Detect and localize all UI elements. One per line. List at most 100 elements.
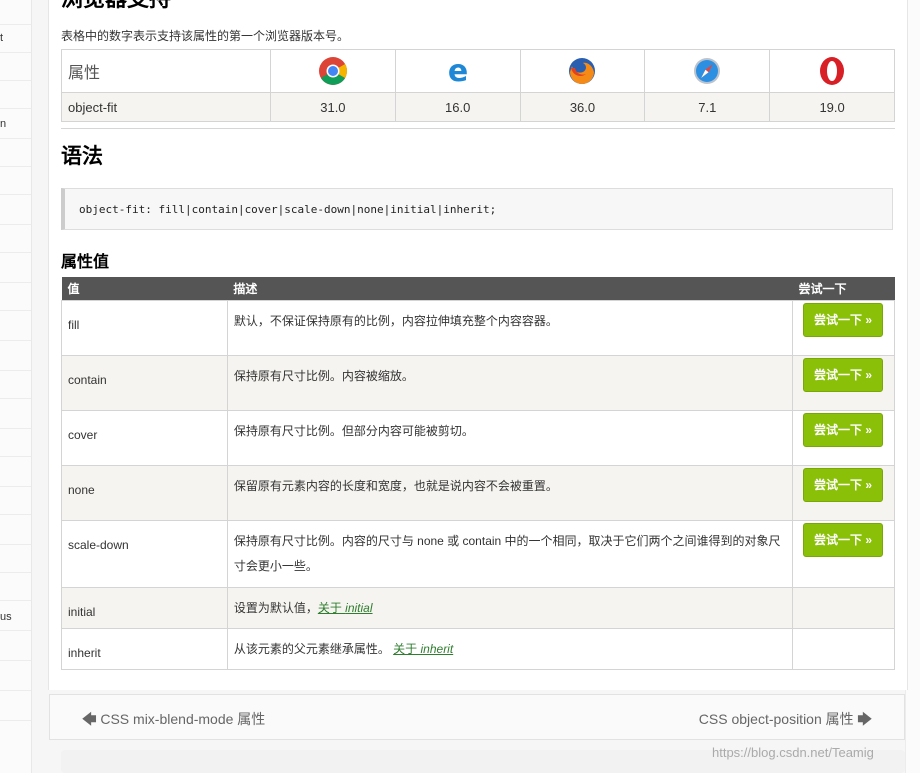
value-cell: scale-down	[61, 520, 228, 588]
browser-cell	[644, 49, 771, 93]
link-prefix: 关于	[393, 642, 421, 656]
link-prefix: 关于	[317, 601, 346, 615]
sidebar-divider	[0, 80, 31, 81]
browser-support-note: 表格中的数字表示支持该属性的第一个浏览器版本号。	[61, 29, 350, 43]
description-cell: 从该元素的父元素继承属性。 关于 inherit	[226, 628, 794, 670]
sidebar-divider	[0, 194, 31, 195]
browser-version: 36.0	[519, 92, 646, 122]
sidebar-divider	[0, 630, 31, 631]
prev-page-link[interactable]: 🡄 CSS mix-blend-mode 属性	[82, 709, 265, 733]
gutter	[32, 0, 48, 773]
try-it-button[interactable]: 尝试一下 »	[803, 358, 883, 392]
sidebar-divider	[0, 340, 31, 341]
description-text: 从该元素的父元素继承属性。	[233, 642, 394, 656]
try-cell: 尝试一下 »	[792, 520, 895, 588]
about-inherit-link[interactable]: 关于 inherit	[393, 642, 453, 656]
try-cell: 尝试一下 »	[792, 465, 895, 521]
sidebar-item-fragment[interactable]: n	[0, 118, 6, 130]
sidebar-divider	[0, 428, 31, 429]
description-cell: 保留原有元素内容的长度和宽度，也就是说内容不会被重置。	[226, 465, 794, 521]
link-keyword: inherit	[420, 642, 454, 656]
try-cell: 尝试一下 »	[792, 355, 895, 411]
sidebar-divider	[0, 138, 31, 139]
sidebar-divider	[0, 282, 31, 283]
left-sidebar: t n us	[0, 0, 32, 773]
value-cell: fill	[61, 300, 228, 356]
try-it-button[interactable]: 尝试一下 »	[803, 303, 883, 337]
sidebar-item-fragment[interactable]: us	[0, 611, 12, 623]
try-it-button[interactable]: 尝试一下 »	[803, 413, 883, 447]
sidebar-divider	[0, 720, 31, 721]
svg-text:e: e	[448, 56, 468, 86]
browser-cell	[769, 49, 895, 93]
value-cell: inherit	[61, 628, 228, 670]
section-divider	[61, 128, 895, 129]
column-header-try: 尝试一下	[792, 277, 895, 301]
syntax-code-block: object-fit: fill|contain|cover|scale-dow…	[61, 188, 893, 230]
safari-icon	[694, 58, 721, 84]
description-cell: 保持原有尺寸比例。内容被缩放。	[226, 355, 794, 411]
sidebar-divider	[0, 166, 31, 167]
browser-version: 7.1	[644, 92, 771, 122]
edge-icon: e	[448, 56, 468, 86]
syntax-code: object-fit: fill|contain|cover|scale-dow…	[79, 203, 497, 216]
sidebar-divider	[0, 690, 31, 691]
description-cell: 默认，不保证保持原有的比例，内容拉伸填充整个内容容器。	[226, 300, 794, 356]
syntax-heading: 语法	[61, 145, 103, 168]
sidebar-divider	[0, 514, 31, 515]
sidebar-divider	[0, 398, 31, 399]
column-header-value: 值	[61, 277, 228, 301]
values-heading: 属性值	[61, 254, 110, 271]
property-header: 属性	[61, 49, 271, 93]
watermark: https://blog.csdn.net/Teamig	[712, 745, 874, 760]
browser-support-table: 属性 e object-fit 31.0 16.0 36.0 7.1 19.0	[61, 49, 895, 122]
sidebar-divider	[0, 52, 31, 53]
try-cell	[792, 628, 895, 670]
try-it-button[interactable]: 尝试一下 »	[803, 523, 883, 557]
sidebar-divider	[0, 572, 31, 573]
property-name: object-fit	[61, 92, 271, 122]
sidebar-divider	[0, 486, 31, 487]
browser-cell	[270, 49, 396, 93]
description-cell: 保持原有尺寸比例。内容的尺寸与 none 或 contain 中的一个相同，取决…	[226, 520, 794, 588]
browser-version: 16.0	[394, 92, 521, 122]
firefox-icon	[569, 58, 596, 84]
values-table: 值 描述 尝试一下 fill 默认，不保证保持原有的比例，内容拉伸填充整个内容容…	[61, 277, 895, 670]
next-page-link[interactable]: CSS object-position 属性 🡆	[699, 709, 872, 733]
browser-version: 19.0	[769, 92, 895, 122]
try-cell: 尝试一下 »	[792, 410, 895, 466]
try-it-button[interactable]: 尝试一下 »	[803, 468, 883, 502]
browser-support-heading: 浏览器支持	[61, 0, 171, 12]
value-cell: none	[61, 465, 228, 521]
try-cell	[792, 587, 895, 629]
arrow-left-icon: 🡄	[82, 711, 97, 727]
sidebar-divider	[0, 24, 31, 25]
browser-version: 31.0	[270, 92, 396, 122]
description-cell: 保持原有尺寸比例。但部分内容可能被剪切。	[226, 410, 794, 466]
sidebar-divider	[0, 370, 31, 371]
sidebar-item-fragment[interactable]: t	[0, 32, 3, 44]
chrome-icon	[318, 57, 347, 85]
try-cell: 尝试一下 »	[792, 300, 895, 356]
sidebar-divider	[0, 252, 31, 253]
description-cell: 设置为默认值，关于 initial	[226, 587, 794, 629]
sidebar-divider	[0, 544, 31, 545]
sidebar-divider	[0, 224, 31, 225]
sidebar-divider	[0, 600, 31, 601]
value-cell: initial	[61, 587, 228, 629]
main-content: 浏览器支持 表格中的数字表示支持该属性的第一个浏览器版本号。 属性 e	[48, 0, 908, 690]
opera-icon	[820, 57, 845, 85]
browser-cell: e	[394, 49, 521, 93]
sidebar-divider	[0, 310, 31, 311]
description-text: 设置为默认值，	[233, 601, 318, 615]
prev-page-label: CSS mix-blend-mode 属性	[100, 711, 266, 727]
arrow-right-icon: 🡆	[857, 711, 872, 727]
next-page-label: CSS object-position 属性	[698, 711, 854, 727]
column-header-description: 描述	[227, 277, 793, 301]
value-cell: cover	[61, 410, 228, 466]
about-initial-link[interactable]: 关于 initial	[318, 601, 373, 615]
sidebar-divider	[0, 456, 31, 457]
pager: 🡄 CSS mix-blend-mode 属性 CSS object-posit…	[49, 694, 905, 740]
sidebar-divider	[0, 660, 31, 661]
link-keyword: initial	[345, 601, 373, 615]
